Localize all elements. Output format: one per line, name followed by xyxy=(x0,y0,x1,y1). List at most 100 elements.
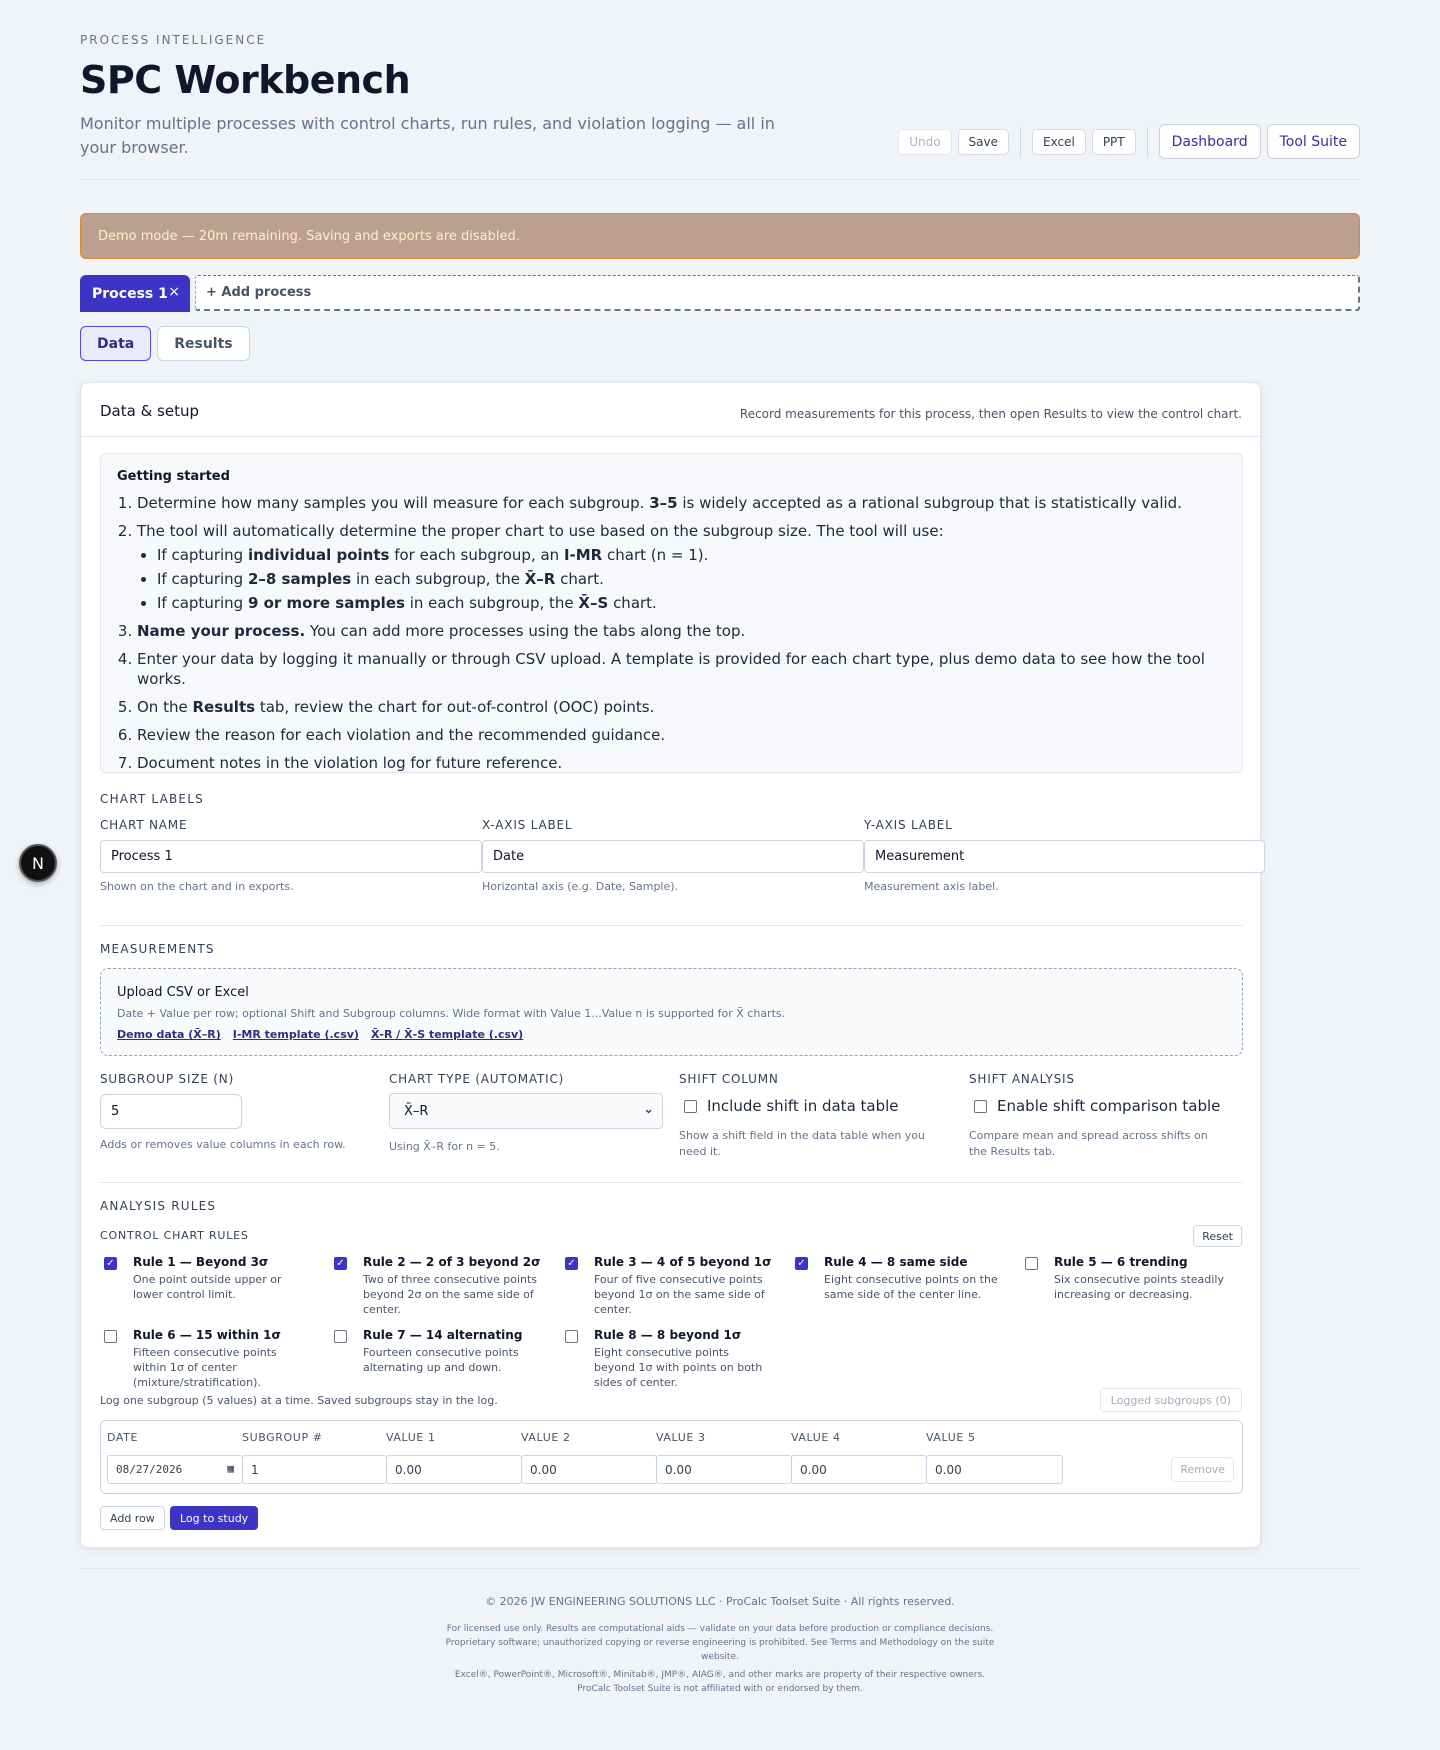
copyright: © 2026 JW ENGINEERING SOLUTIONS LLC · Pr… xyxy=(485,1595,955,1608)
add-row-button[interactable]: Add row xyxy=(100,1506,165,1530)
analysis-rules-heading: ANALYSIS RULES xyxy=(100,1199,217,1213)
value-4-input[interactable]: 0.00 xyxy=(791,1455,927,1484)
chart-name-label: CHART NAME xyxy=(100,818,188,832)
value-2-input[interactable]: 0.00 xyxy=(521,1455,657,1484)
subgroup-size-hint: Adds or removes value columns in each ro… xyxy=(100,1138,346,1151)
column-header: DATE xyxy=(107,1431,139,1444)
x-axis-label-input[interactable]: Date xyxy=(482,840,864,873)
subgroup-size-label: SUBGROUP SIZE (N) xyxy=(100,1072,235,1086)
process-tab-label: Process 1 xyxy=(92,285,168,302)
rule-description: Fifteen consecutive points within 1σ of … xyxy=(133,1346,277,1389)
rule-title: Rule 5 — 6 trending xyxy=(1054,1255,1188,1269)
y-axis-hint: Measurement axis label. xyxy=(864,880,999,893)
chart-name-input[interactable]: Process 1 xyxy=(100,840,482,873)
chart-type-value: X̄–R xyxy=(404,1103,429,1119)
tool-suite-button[interactable]: Tool Suite xyxy=(1266,124,1360,159)
tab-process-1[interactable]: Process 1 × xyxy=(80,275,190,312)
measurements-heading: MEASUREMENTS xyxy=(100,942,215,956)
getting-started-title: Getting started xyxy=(117,469,230,484)
include-shift-checkbox[interactable]: Include shift in data table xyxy=(684,1097,899,1115)
imr-template-link[interactable]: I-MR template (.csv) xyxy=(233,1028,359,1041)
calendar-icon[interactable]: ▦ xyxy=(227,1462,234,1475)
card-header: Data & setup Record measurements for thi… xyxy=(81,383,1260,437)
excel-export-button[interactable]: Excel xyxy=(1032,128,1086,155)
chart-type-select[interactable]: X̄–R ⌄ xyxy=(389,1093,663,1129)
view-tabs: Data Results xyxy=(80,326,250,361)
date-input[interactable]: 08/27/2026 ▦ xyxy=(107,1455,243,1484)
column-header: SUBGROUP # xyxy=(242,1431,323,1444)
subgroup-number-input[interactable]: 1 xyxy=(242,1455,387,1484)
tab-results[interactable]: Results xyxy=(157,326,250,361)
bullet-xbar-s: If capturing 9 or more samples in each s… xyxy=(157,593,1226,613)
page-subtitle: Monitor multiple processes with control … xyxy=(80,114,775,157)
dashboard-button[interactable]: Dashboard xyxy=(1158,124,1261,159)
close-icon[interactable]: × xyxy=(168,284,180,300)
trademark-note: Excel®, PowerPoint®, Microsoft®, Minitab… xyxy=(454,1670,986,1694)
upload-dropzone[interactable]: Upload CSV or Excel Date + Value per row… xyxy=(100,968,1243,1056)
ppt-export-button[interactable]: PPT xyxy=(1091,128,1136,155)
column-header: VALUE 5 xyxy=(926,1431,976,1444)
undo-button[interactable]: Undo xyxy=(898,128,952,155)
checkbox[interactable] xyxy=(565,1330,578,1343)
rule-description: Four of five consecutive points beyond 1… xyxy=(594,1273,765,1316)
value-3-input[interactable]: 0.00 xyxy=(656,1455,792,1484)
rule-title: Rule 4 — 8 same side xyxy=(824,1255,968,1269)
shift-column-label: SHIFT COLUMN xyxy=(679,1072,779,1086)
divider xyxy=(100,925,1243,926)
value-1-input[interactable]: 0.00 xyxy=(386,1455,522,1484)
rule-title: Rule 1 — Beyond 3σ xyxy=(133,1255,269,1269)
checkbox[interactable] xyxy=(104,1330,117,1343)
divider xyxy=(1020,126,1022,157)
step-1: Determine how many samples you will meas… xyxy=(137,493,1226,513)
header-actions: Undo Save Excel PPT Dashboard Tool Suite xyxy=(898,124,1360,159)
save-button[interactable]: Save xyxy=(957,128,1010,155)
checkbox-checked[interactable]: ✓ xyxy=(565,1257,578,1270)
date-value: 08/27/2026 xyxy=(116,1463,183,1476)
column-header: VALUE 4 xyxy=(791,1431,841,1444)
dev-indicator-icon[interactable]: N xyxy=(19,844,57,882)
column-header: VALUE 3 xyxy=(656,1431,706,1444)
checkbox[interactable] xyxy=(1025,1257,1038,1270)
divider xyxy=(1146,126,1148,157)
template-links: Demo data (X̄–R) I-MR template (.csv) X̄… xyxy=(117,1028,523,1041)
reset-rules-button[interactable]: Reset xyxy=(1193,1225,1242,1247)
rule-description: Eight consecutive points on the same sid… xyxy=(824,1273,998,1301)
log-to-study-button[interactable]: Log to study xyxy=(170,1506,259,1530)
tab-data[interactable]: Data xyxy=(80,326,152,361)
checkbox[interactable] xyxy=(334,1330,347,1343)
y-axis-label-input[interactable]: Measurement xyxy=(864,840,1265,873)
bullet-xbar-r: If capturing 2–8 samples in each subgrou… xyxy=(157,569,1226,589)
shift-comparison-checkbox[interactable]: Enable shift comparison table xyxy=(974,1097,1220,1115)
rule-title: Rule 2 — 2 of 3 beyond 2σ xyxy=(363,1255,541,1269)
entry-table: DATE SUBGROUP # VALUE 1 VALUE 2 VALUE 3 … xyxy=(100,1420,1243,1494)
checkbox-checked[interactable]: ✓ xyxy=(334,1257,347,1270)
rule-description: Six consecutive points steadily increasi… xyxy=(1054,1273,1224,1301)
checkbox[interactable] xyxy=(684,1099,697,1113)
remove-row-button[interactable]: Remove xyxy=(1171,1457,1234,1482)
logged-subgroups-button[interactable]: Logged subgroups (0) xyxy=(1099,1388,1242,1412)
x-axis-label-label: X-AXIS LABEL xyxy=(482,818,573,832)
license-note: For licensed use only. Results are compu… xyxy=(445,1624,995,1662)
chart-type-hint: Using X̄–R for n = 5. xyxy=(389,1140,500,1153)
subgroup-size-input[interactable]: 5 xyxy=(100,1094,242,1129)
add-process-button[interactable]: + Add process xyxy=(195,275,1360,311)
checkbox[interactable] xyxy=(974,1099,987,1113)
card-note: Record measurements for this process, th… xyxy=(739,407,1242,421)
include-shift-label: Include shift in data table xyxy=(707,1097,899,1115)
eyebrow: PROCESS INTELLIGENCE xyxy=(80,33,267,47)
shift-comparison-label: Enable shift comparison table xyxy=(997,1097,1221,1115)
control-chart-rules-heading: CONTROL CHART RULES xyxy=(100,1229,249,1242)
upload-description: Date + Value per row; optional Shift and… xyxy=(117,1007,786,1020)
rule-title: Rule 6 — 15 within 1σ xyxy=(133,1328,281,1342)
checkbox-checked[interactable]: ✓ xyxy=(104,1257,117,1270)
column-header: VALUE 1 xyxy=(386,1431,436,1444)
demo-data-link[interactable]: Demo data (X̄–R) xyxy=(117,1028,221,1041)
rule-description: Eight consecutive points beyond 1σ with … xyxy=(594,1346,763,1389)
checkbox-checked[interactable]: ✓ xyxy=(795,1257,808,1270)
getting-started-steps: Determine how many samples you will meas… xyxy=(117,493,1226,773)
value-5-input[interactable]: 0.00 xyxy=(926,1455,1063,1484)
rule-description: Fourteen consecutive points alternating … xyxy=(363,1346,519,1374)
step-4: Enter your data by logging it manually o… xyxy=(137,649,1226,689)
xbar-template-link[interactable]: X̄-R / X̄-S template (.csv) xyxy=(371,1028,523,1041)
shift-column-hint: Show a shift field in the data table whe… xyxy=(679,1129,926,1158)
